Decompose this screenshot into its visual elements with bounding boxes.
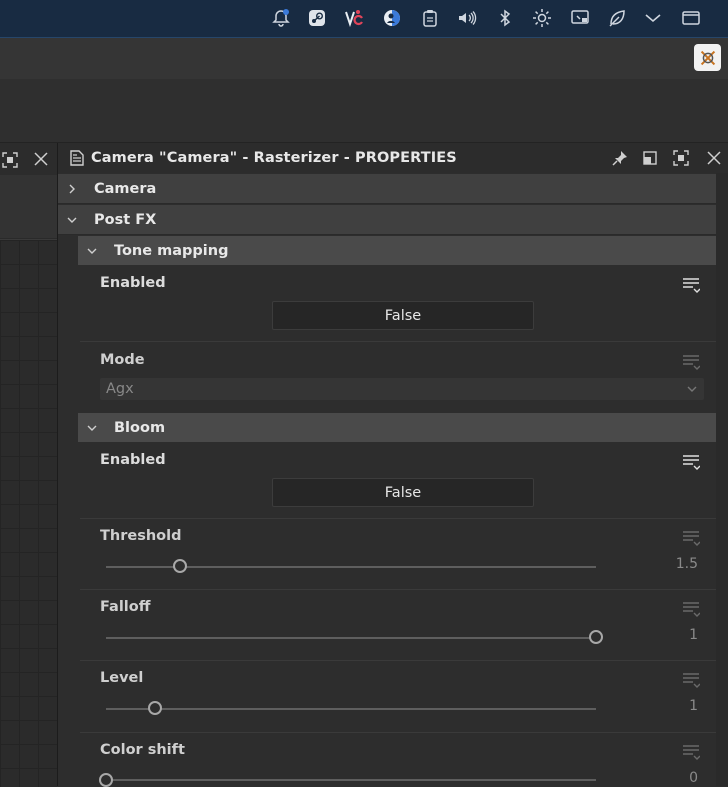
clipboard-icon[interactable] bbox=[417, 6, 443, 30]
divider bbox=[80, 660, 716, 661]
property-menu-icon[interactable] bbox=[682, 671, 700, 689]
leaf-icon[interactable] bbox=[604, 6, 630, 30]
level-value: 1 bbox=[689, 698, 698, 714]
scrollbar[interactable] bbox=[716, 173, 728, 786]
bloom-enabled-label: Enabled bbox=[100, 452, 166, 468]
viewport-grid[interactable] bbox=[0, 239, 57, 787]
left-panel-header bbox=[0, 143, 57, 175]
window-icon[interactable] bbox=[678, 6, 704, 30]
property-menu-icon[interactable] bbox=[682, 529, 700, 547]
panel-title-bar: Camera "Camera" - Rasterizer - PROPERTIE… bbox=[58, 143, 728, 173]
color-shift-value: 0 bbox=[689, 770, 698, 786]
divider bbox=[80, 732, 716, 733]
divider bbox=[80, 589, 716, 590]
chevron-down-icon bbox=[687, 386, 697, 392]
tone-mode-value: Agx bbox=[106, 381, 134, 397]
section-bloom-label: Bloom bbox=[114, 419, 166, 436]
left-panel-toolbar bbox=[0, 175, 57, 238]
tone-enabled-label: Enabled bbox=[100, 275, 166, 291]
divider bbox=[80, 518, 716, 519]
color-shift-slider-handle[interactable] bbox=[99, 773, 113, 787]
level-slider-track[interactable] bbox=[106, 708, 596, 710]
toolbar-area bbox=[0, 79, 728, 143]
pin-icon[interactable] bbox=[612, 150, 628, 166]
property-menu-icon[interactable] bbox=[682, 743, 700, 761]
threshold-label: Threshold bbox=[100, 528, 182, 544]
chevron-down-icon[interactable] bbox=[640, 6, 666, 30]
panel-title: Camera "Camera" - Rasterizer - PROPERTIE… bbox=[91, 150, 457, 166]
section-post-fx[interactable]: Post FX bbox=[58, 205, 716, 235]
section-bloom[interactable]: Bloom bbox=[78, 413, 716, 442]
bell-icon[interactable] bbox=[268, 6, 294, 30]
vc-icon[interactable] bbox=[341, 6, 367, 30]
app-header-strip bbox=[0, 38, 728, 79]
level-label: Level bbox=[100, 670, 144, 686]
brightness-icon[interactable] bbox=[529, 6, 555, 30]
section-tone-mapping[interactable]: Tone mapping bbox=[78, 236, 716, 265]
color-shift-label: Color shift bbox=[100, 742, 185, 758]
tone-enabled-toggle[interactable]: False bbox=[272, 301, 534, 330]
system-tray-bar bbox=[0, 0, 728, 38]
chevron-down-icon bbox=[86, 244, 100, 258]
document-icon bbox=[70, 150, 84, 166]
level-slider-handle[interactable] bbox=[148, 701, 162, 715]
falloff-slider-handle[interactable] bbox=[589, 630, 603, 644]
maximize-icon[interactable] bbox=[2, 152, 18, 168]
close-icon[interactable] bbox=[707, 151, 721, 165]
threshold-value: 1.5 bbox=[675, 556, 698, 572]
section-post-fx-label: Post FX bbox=[94, 211, 157, 228]
float-panel-icon[interactable] bbox=[643, 151, 657, 165]
threshold-slider-handle[interactable] bbox=[172, 559, 187, 573]
property-menu-icon[interactable] bbox=[682, 453, 700, 471]
section-tone-mapping-label: Tone mapping bbox=[114, 242, 229, 259]
properties-panel: Camera "Camera" - Rasterizer - PROPERTIE… bbox=[58, 143, 728, 787]
chevron-down-icon bbox=[86, 421, 100, 435]
screen-icon[interactable] bbox=[567, 6, 593, 30]
bluetooth-icon[interactable] bbox=[492, 6, 518, 30]
user-icon[interactable] bbox=[379, 6, 405, 30]
maximize-icon[interactable] bbox=[673, 150, 689, 166]
tone-mode-select[interactable]: Agx bbox=[100, 378, 704, 400]
property-menu-icon[interactable] bbox=[682, 276, 700, 294]
falloff-slider-track[interactable] bbox=[106, 637, 596, 639]
section-camera-label: Camera bbox=[94, 180, 157, 197]
close-icon[interactable] bbox=[34, 152, 48, 166]
property-menu-icon[interactable] bbox=[682, 600, 700, 618]
divider bbox=[80, 341, 716, 342]
color-shift-slider-track[interactable] bbox=[106, 779, 596, 781]
volume-icon[interactable] bbox=[454, 6, 480, 30]
chevron-right-icon bbox=[66, 182, 80, 196]
app-logo-icon[interactable] bbox=[694, 44, 721, 71]
property-menu-icon[interactable] bbox=[682, 353, 700, 371]
tone-mode-label: Mode bbox=[100, 352, 145, 368]
falloff-label: Falloff bbox=[100, 599, 151, 615]
section-camera[interactable]: Camera bbox=[58, 174, 716, 204]
bloom-enabled-toggle[interactable]: False bbox=[272, 478, 534, 507]
chevron-down-icon bbox=[66, 213, 80, 227]
falloff-value: 1 bbox=[689, 627, 698, 643]
steam-icon[interactable] bbox=[304, 6, 330, 30]
